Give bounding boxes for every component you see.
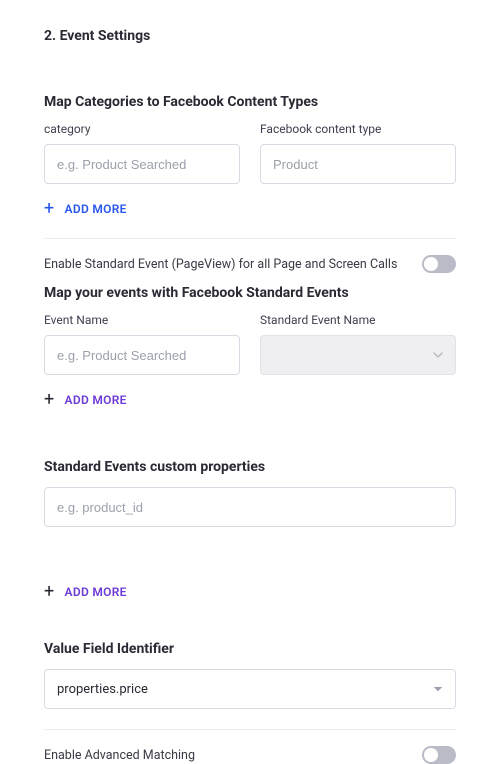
- enable-pageview-toggle[interactable]: [422, 255, 456, 273]
- add-more-label: ADD MORE: [65, 202, 127, 216]
- value-field-selected: properties.price: [57, 682, 148, 697]
- standard-event-name-select[interactable]: [260, 335, 456, 375]
- add-more-events[interactable]: + ADD MORE: [44, 391, 127, 409]
- caret-down-icon: [433, 684, 443, 694]
- plus-icon: +: [44, 200, 55, 218]
- category-label: category: [44, 122, 240, 136]
- plus-icon: +: [44, 583, 55, 601]
- divider: [44, 729, 456, 730]
- add-more-categories[interactable]: + ADD MORE: [44, 200, 127, 218]
- custom-props-title: Standard Events custom properties: [44, 459, 456, 475]
- add-more-custom-props[interactable]: + ADD MORE: [44, 583, 127, 601]
- section-title: 2. Event Settings: [44, 28, 456, 44]
- chevron-down-icon: [433, 350, 443, 360]
- adv-matching-label: Enable Advanced Matching: [44, 748, 195, 763]
- add-more-label: ADD MORE: [65, 393, 127, 407]
- event-name-input[interactable]: [44, 335, 240, 375]
- event-name-label: Event Name: [44, 313, 240, 327]
- map-categories-title: Map Categories to Facebook Content Types: [44, 94, 456, 110]
- category-input[interactable]: [44, 144, 240, 184]
- value-field-title: Value Field Identifier: [44, 641, 456, 657]
- fb-content-type-label: Facebook content type: [260, 122, 456, 136]
- value-field-select[interactable]: properties.price: [44, 669, 456, 709]
- fb-content-type-input[interactable]: [260, 144, 456, 184]
- plus-icon: +: [44, 391, 55, 409]
- adv-matching-toggle[interactable]: [422, 746, 456, 764]
- add-more-label: ADD MORE: [65, 585, 127, 599]
- divider: [44, 238, 456, 239]
- custom-prop-input[interactable]: [44, 487, 456, 527]
- map-events-title: Map your events with Facebook Standard E…: [44, 285, 456, 301]
- standard-event-name-label: Standard Event Name: [260, 313, 456, 327]
- enable-pageview-label: Enable Standard Event (PageView) for all…: [44, 257, 397, 272]
